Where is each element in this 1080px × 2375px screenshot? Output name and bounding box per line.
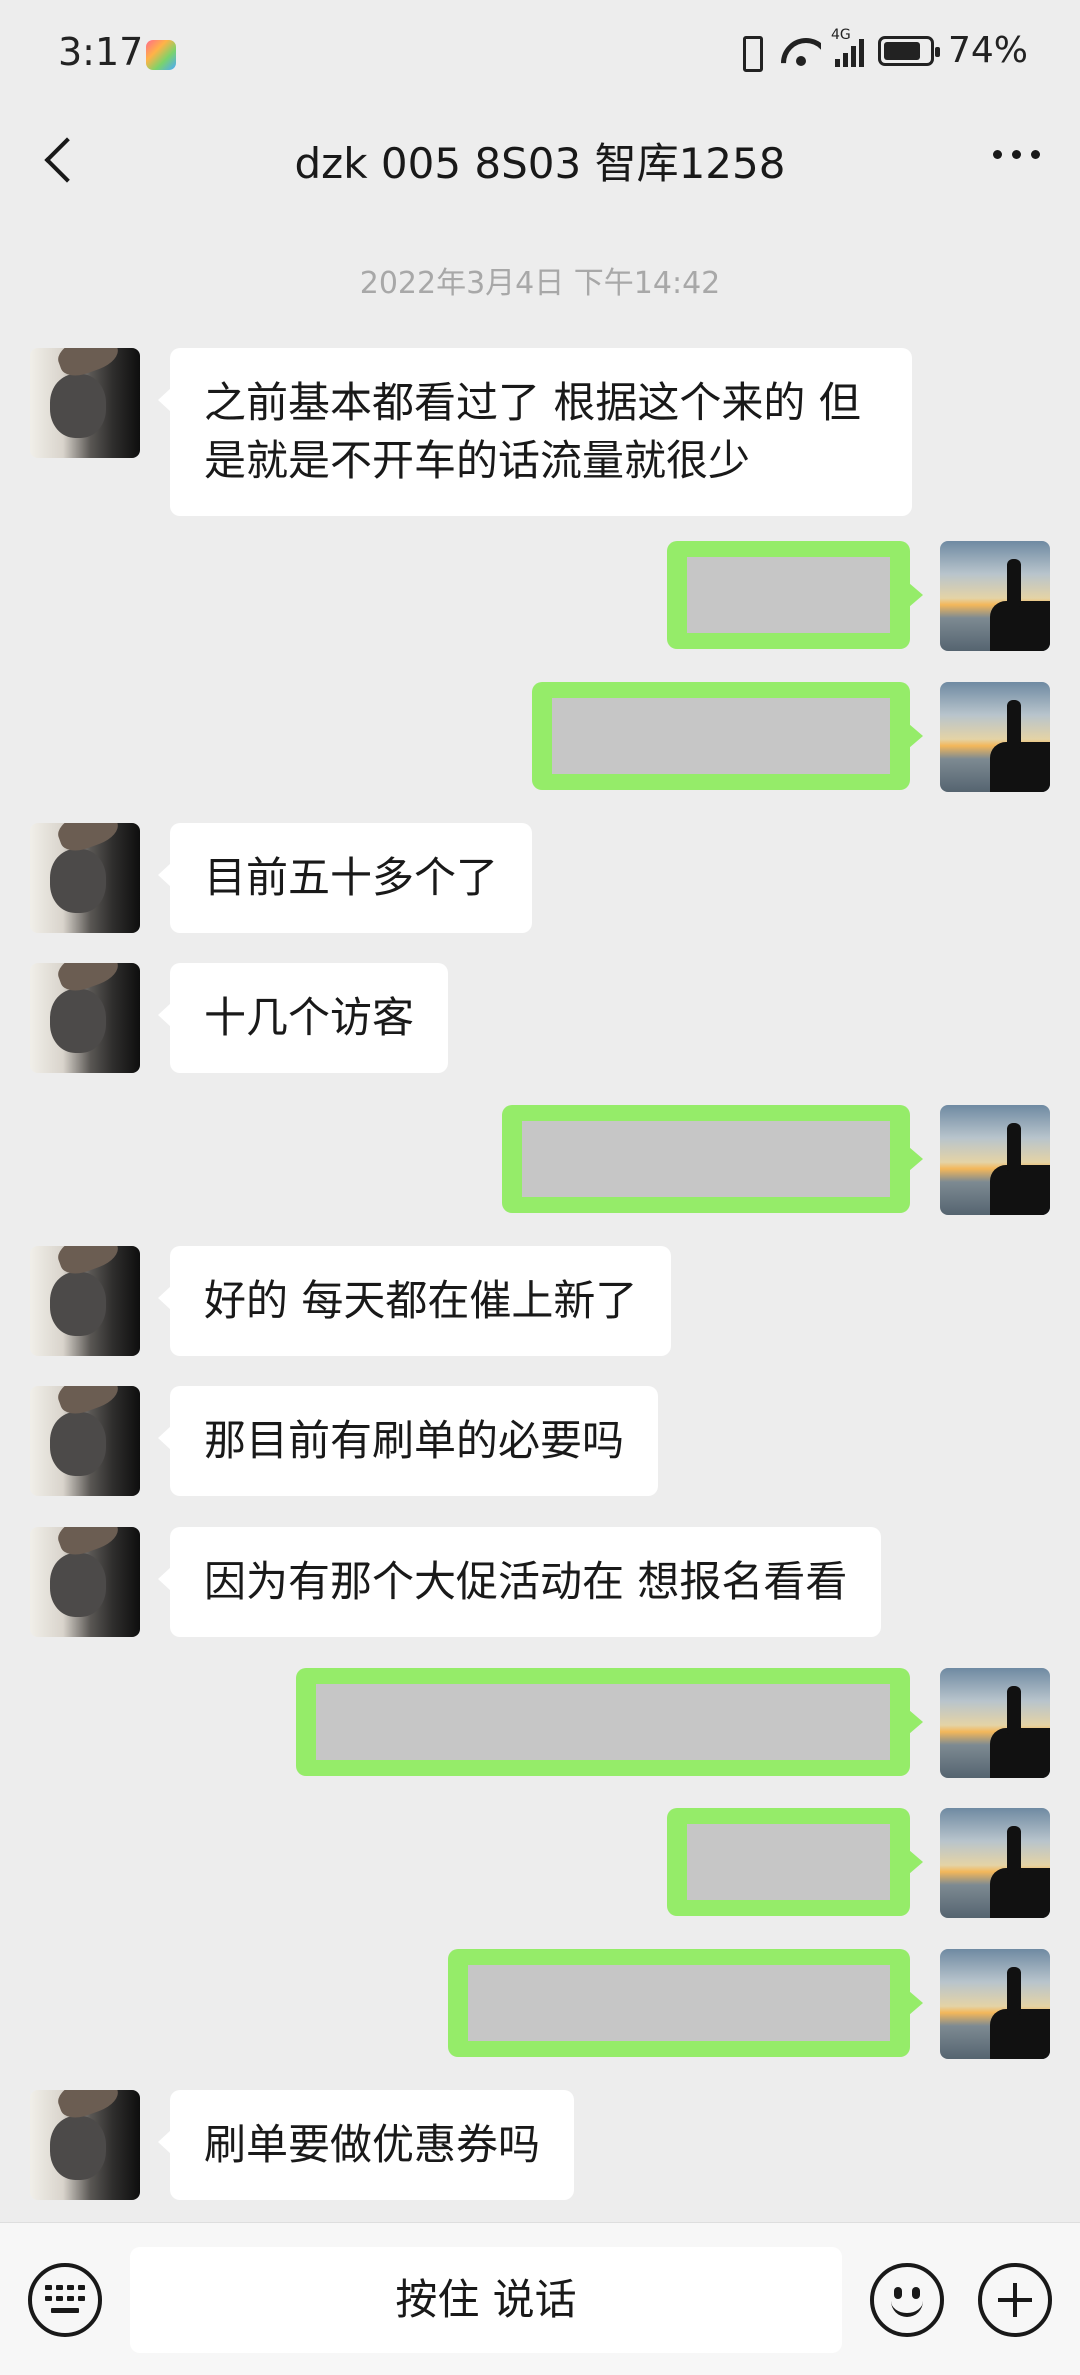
network-type-label: 4G [830, 26, 851, 43]
contact-avatar[interactable] [30, 1386, 140, 1496]
contact-avatar[interactable] [30, 2090, 140, 2200]
redaction-block [522, 1121, 890, 1197]
contact-avatar[interactable] [30, 823, 140, 933]
message-bubble-redacted[interactable] [532, 682, 923, 790]
message-bubble-redacted[interactable] [502, 1105, 923, 1213]
message-bubble-redacted[interactable] [296, 1668, 923, 1776]
user-avatar[interactable] [940, 541, 1050, 651]
more-options-button[interactable] [993, 150, 1040, 159]
message-bubble-redacted[interactable] [448, 1949, 923, 2057]
message-bubble-redacted[interactable] [667, 1808, 923, 1916]
redaction-block [687, 557, 890, 633]
message-bubble[interactable]: 好的 每天都在催上新了 [157, 1246, 672, 1356]
signal-icon: 4G [831, 27, 864, 67]
message-bubble[interactable]: 那目前有刷单的必要吗 [157, 1386, 659, 1496]
more-dot-icon [993, 150, 1002, 159]
message-bubble[interactable]: 之前基本都看过了 根据这个来的 但是就是不开车的话流量就很少 [158, 348, 912, 516]
contact-avatar[interactable] [30, 1527, 140, 1637]
status-time: 3:17 [58, 30, 144, 74]
hold-to-talk-button[interactable]: 按住 说话 [130, 2247, 842, 2353]
redaction-block [687, 1824, 890, 1900]
more-functions-button[interactable] [978, 2263, 1052, 2337]
app-notification-icon [146, 40, 176, 70]
battery-icon [877, 35, 940, 66]
message-bubble[interactable]: 十几个访客 [157, 963, 449, 1073]
keyboard-toggle-button[interactable] [28, 2263, 102, 2337]
message-timestamp: 2022年3月4日 下午14:42 [359, 266, 721, 301]
user-avatar[interactable] [940, 1668, 1050, 1778]
user-avatar[interactable] [940, 1808, 1050, 1918]
message-bubble-redacted[interactable] [667, 541, 923, 649]
contact-avatar[interactable] [30, 1246, 140, 1356]
message-bubble[interactable]: 因为有那个大促活动在 想报名看看 [157, 1527, 882, 1637]
chat-header: dzk 005 8S03 智库1258 [0, 110, 1080, 210]
wifi-icon [781, 34, 821, 68]
redaction-block [316, 1684, 890, 1760]
redaction-block [552, 698, 890, 774]
emoji-button[interactable] [870, 2263, 944, 2337]
input-bar: 按住 说话 [0, 2222, 1080, 2375]
contact-avatar[interactable] [30, 348, 140, 458]
chat-title: dzk 005 8S03 智库1258 [294, 139, 786, 188]
battery-percent: 74% [947, 30, 1028, 71]
redaction-block [468, 1965, 890, 2041]
contact-avatar[interactable] [30, 963, 140, 1073]
message-bubble[interactable]: 刷单要做优惠券吗 [157, 2090, 575, 2200]
status-icons: 4G 74% [733, 27, 1028, 72]
message-bubble[interactable]: 目前五十多个了 [157, 823, 533, 933]
user-avatar[interactable] [940, 1949, 1050, 2059]
vibrate-icon [733, 34, 767, 72]
status-bar: 3:17 4G 74% [0, 0, 1080, 110]
user-avatar[interactable] [940, 1105, 1050, 1215]
user-avatar[interactable] [940, 682, 1050, 792]
keyboard-icon [45, 2285, 85, 2315]
